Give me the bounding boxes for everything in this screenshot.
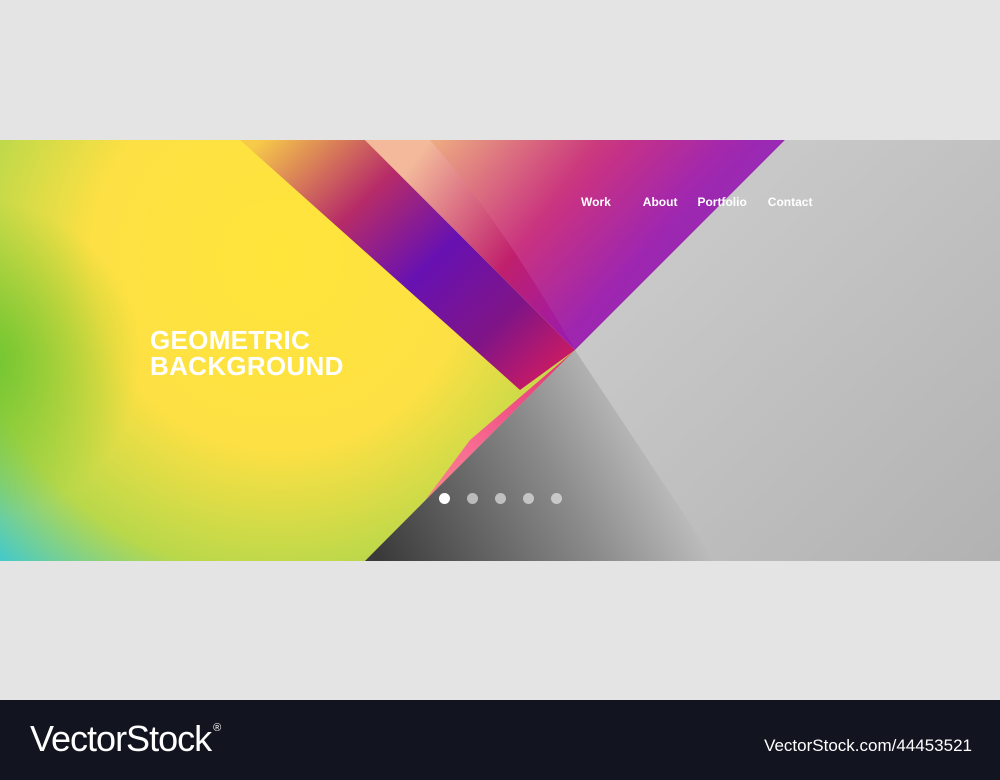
slider-dot-2[interactable] (467, 493, 478, 504)
slider-dot-5[interactable] (551, 493, 562, 504)
nav-item-about[interactable]: About (643, 195, 678, 209)
vectorstock-logo: VectorStock ® (30, 718, 221, 760)
top-nav: Work About Portfolio Contact (581, 195, 812, 209)
slider-pagination (439, 493, 562, 504)
headline-line-2: BACKGROUND (150, 351, 344, 381)
watermark-footer: VectorStock ® VectorStock.com/44453521 (0, 700, 1000, 780)
page: GEOMETRIC BACKGROUND Work About Portfoli… (0, 0, 1000, 780)
image-id: VectorStock.com/44453521 (764, 736, 972, 755)
hero-banner: GEOMETRIC BACKGROUND Work About Portfoli… (0, 140, 1000, 561)
hero-headline: GEOMETRIC BACKGROUND (150, 327, 344, 379)
slider-dot-3[interactable] (495, 493, 506, 504)
slider-dot-1[interactable] (439, 493, 450, 504)
slider-dot-4[interactable] (523, 493, 534, 504)
logo-text: VectorStock (30, 718, 212, 759)
nav-item-contact[interactable]: Contact (768, 195, 813, 209)
nav-item-work[interactable]: Work (581, 195, 611, 209)
registered-mark: ® (213, 722, 221, 734)
nav-item-portfolio[interactable]: Portfolio (697, 195, 746, 209)
headline-line-1: GEOMETRIC (150, 325, 311, 355)
